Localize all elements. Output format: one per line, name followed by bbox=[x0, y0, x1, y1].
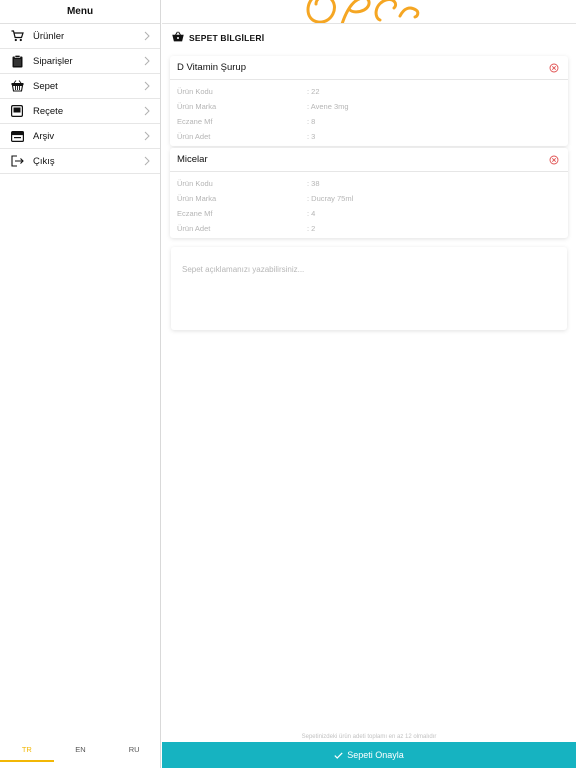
field-row: Ürün Adet : 2 bbox=[177, 221, 561, 236]
cart-item-card: D Vitamin Şurup Ürün Kodu : 22 Ürün Marka… bbox=[170, 56, 568, 146]
checkmark-icon bbox=[334, 751, 343, 759]
remove-item-icon[interactable] bbox=[549, 63, 559, 73]
field-value: : 8 bbox=[307, 117, 316, 126]
sidebar-item-cart[interactable]: Sepet bbox=[0, 74, 160, 99]
field-row: Ürün Marka : Avene 3mg bbox=[177, 99, 561, 114]
sidebar-item-logout[interactable]: Çıkış bbox=[0, 149, 160, 174]
field-value: : 22 bbox=[307, 87, 320, 96]
sidebar: Menu Ürünler Siparişler Sepet Reçete Arş… bbox=[0, 0, 161, 768]
section-title-text: SEPET BİLGİLERİ bbox=[189, 33, 265, 43]
field-label: Eczane Mf bbox=[177, 117, 213, 126]
field-value: : 2 bbox=[307, 224, 316, 233]
language-tr[interactable]: TR bbox=[0, 738, 54, 762]
archive-icon bbox=[10, 129, 24, 143]
field-value: : Ducray 75ml bbox=[307, 194, 354, 203]
field-row: Ürün Marka : Ducray 75ml bbox=[177, 191, 561, 206]
chevron-right-icon bbox=[144, 56, 150, 66]
language-switcher: TR EN RU bbox=[0, 738, 161, 762]
note-box bbox=[171, 247, 567, 330]
minimum-quantity-note: Sepetinizdeki ürün adeti toplamı en az 1… bbox=[301, 734, 437, 740]
sidebar-title: Menu bbox=[0, 0, 160, 24]
field-label: Ürün Adet bbox=[177, 224, 211, 233]
field-label: Ürün Marka bbox=[177, 102, 217, 111]
logout-icon bbox=[10, 154, 24, 168]
sidebar-item-label: Çıkış bbox=[33, 155, 55, 167]
language-en[interactable]: EN bbox=[54, 738, 108, 762]
chevron-right-icon bbox=[144, 81, 150, 91]
chevron-right-icon bbox=[144, 131, 150, 141]
field-label: Ürün Adet bbox=[177, 132, 211, 141]
brand-logo bbox=[306, 0, 420, 23]
cart-note-input[interactable] bbox=[171, 247, 567, 330]
field-label: Eczane Mf bbox=[177, 209, 213, 218]
header bbox=[162, 0, 576, 24]
section-title: SEPET BİLGİLERİ bbox=[172, 31, 264, 45]
prescription-icon bbox=[10, 104, 24, 118]
sidebar-item-label: Ürünler bbox=[33, 30, 65, 42]
field-label: Ürün Kodu bbox=[177, 87, 213, 96]
field-value: : 38 bbox=[307, 179, 320, 188]
field-row: Eczane Mf : 4 bbox=[177, 206, 561, 221]
clipboard-icon bbox=[10, 54, 24, 68]
field-row: Ürün Kodu : 22 bbox=[177, 84, 561, 99]
card-header: D Vitamin Şurup bbox=[170, 56, 568, 80]
sidebar-item-orders[interactable]: Siparişler bbox=[0, 49, 160, 74]
sidebar-item-label: Reçete bbox=[33, 105, 64, 117]
field-row: Ürün Kodu : 38 bbox=[177, 176, 561, 191]
chevron-right-icon bbox=[144, 31, 150, 41]
remove-item-icon[interactable] bbox=[549, 155, 559, 165]
sidebar-item-archive[interactable]: Arşiv bbox=[0, 124, 160, 149]
cart-item-name: D Vitamin Şurup bbox=[177, 62, 246, 73]
confirm-cart-button[interactable]: Sepeti Onayla bbox=[162, 742, 576, 768]
sidebar-item-label: Siparişler bbox=[33, 55, 73, 67]
field-value: : 4 bbox=[307, 209, 316, 218]
sidebar-item-label: Arşiv bbox=[33, 130, 55, 142]
card-body: Ürün Kodu : 38 Ürün Marka : Ducray 75ml Ec… bbox=[170, 172, 568, 238]
cart-item-name: Micelar bbox=[177, 154, 208, 165]
sidebar-item-label: Sepet bbox=[33, 80, 58, 92]
field-label: Ürün Marka bbox=[177, 194, 217, 203]
confirm-cart-label: Sepeti Onayla bbox=[347, 750, 404, 760]
chevron-right-icon bbox=[144, 106, 150, 116]
chevron-right-icon bbox=[144, 156, 150, 166]
language-ru[interactable]: RU bbox=[107, 738, 161, 762]
field-label: Ürün Kodu bbox=[177, 179, 213, 188]
sidebar-item-prescription[interactable]: Reçete bbox=[0, 99, 160, 124]
basket-icon bbox=[172, 29, 184, 47]
cart-item-card: Micelar Ürün Kodu : 38 Ürün Marka : Ducray… bbox=[170, 148, 568, 238]
sidebar-item-products[interactable]: Ürünler bbox=[0, 24, 160, 49]
card-header: Micelar bbox=[170, 148, 568, 172]
field-row: Ürün Adet : 3 bbox=[177, 129, 561, 144]
cart-icon bbox=[10, 29, 24, 43]
field-row: Eczane Mf : 8 bbox=[177, 114, 561, 129]
field-value: : 3 bbox=[307, 132, 316, 141]
field-value: : Avene 3mg bbox=[307, 102, 349, 111]
card-body: Ürün Kodu : 22 Ürün Marka : Avene 3mg Ecza… bbox=[170, 80, 568, 146]
basket-icon bbox=[10, 79, 24, 93]
